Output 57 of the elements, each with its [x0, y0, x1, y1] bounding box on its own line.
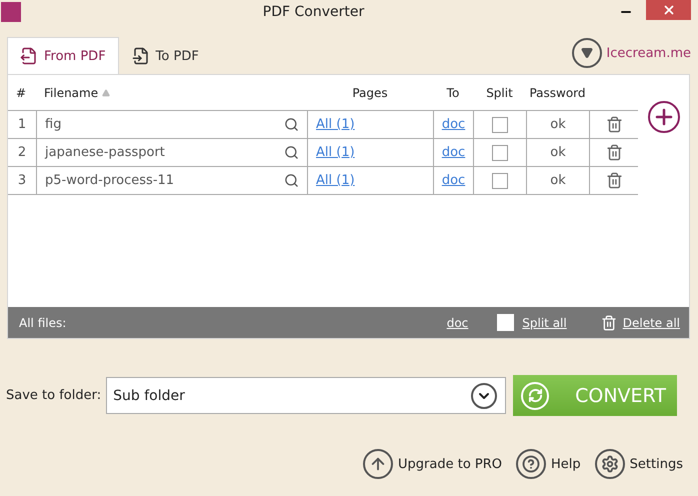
- trash-icon[interactable]: [606, 116, 622, 133]
- brand-link[interactable]: Icecream.me: [572, 38, 691, 68]
- search-icon[interactable]: [284, 145, 299, 160]
- pages-link[interactable]: All (1): [316, 145, 355, 160]
- trash-icon[interactable]: [606, 172, 622, 189]
- column-header[interactable]: Pages: [307, 86, 433, 100]
- search-icon[interactable]: [284, 173, 299, 188]
- close-button[interactable]: [646, 0, 691, 20]
- trash-icon[interactable]: [606, 144, 622, 161]
- split-checkbox[interactable]: [492, 116, 508, 132]
- refresh-icon: [521, 382, 550, 410]
- all-files-label: All files:: [19, 316, 66, 330]
- row-number: 3: [18, 173, 26, 188]
- footer-button[interactable]: Settings: [594, 449, 683, 479]
- format-link[interactable]: doc: [442, 145, 466, 160]
- password-status: ok: [550, 117, 566, 132]
- document-icon: [20, 47, 38, 65]
- arrow-up-icon: [363, 449, 394, 479]
- column-header[interactable]: Filename: [36, 86, 307, 100]
- password-status: ok: [550, 145, 566, 160]
- filename-cell: japanese-passport: [45, 145, 165, 160]
- tab[interactable]: To PDF: [118, 37, 212, 74]
- folder-dropdown[interactable]: Sub folder: [106, 377, 506, 414]
- footer-button[interactable]: Upgrade to PRO: [363, 449, 502, 479]
- app-icon: [1, 2, 21, 22]
- format-link[interactable]: doc: [442, 173, 466, 188]
- split-all-checkbox[interactable]: [497, 314, 514, 331]
- delete-all-link[interactable]: Delete all: [622, 316, 680, 330]
- row-number: 1: [18, 117, 26, 132]
- column-header[interactable]: Password: [526, 86, 589, 100]
- column-header[interactable]: Split: [473, 86, 526, 100]
- dropdown-icon: [471, 382, 498, 408]
- format-link[interactable]: doc: [446, 316, 468, 330]
- document-icon: [132, 47, 150, 65]
- pages-link[interactable]: All (1): [316, 173, 355, 188]
- password-status: ok: [550, 173, 566, 188]
- format-link[interactable]: doc: [442, 117, 466, 132]
- split-checkbox[interactable]: [492, 172, 508, 188]
- filename-cell: p5-word-process-11: [45, 173, 174, 188]
- split-checkbox[interactable]: [492, 144, 508, 160]
- trash-icon[interactable]: [600, 314, 617, 330]
- sort-icon: [102, 88, 110, 96]
- save-folder-label: Save to folder:: [6, 388, 102, 403]
- pages-link[interactable]: All (1): [316, 117, 355, 132]
- window-title: PDF Converter: [262, 4, 366, 20]
- settings-icon: [594, 449, 625, 479]
- row-number: 2: [18, 145, 26, 160]
- close-icon: [662, 3, 676, 17]
- split-all-link[interactable]: Split all: [522, 316, 567, 330]
- column-header[interactable]: #: [8, 86, 36, 100]
- search-icon[interactable]: [284, 117, 299, 132]
- help-icon: [516, 449, 546, 479]
- filename-cell: fig: [45, 117, 62, 132]
- footer-button[interactable]: Help: [516, 449, 581, 479]
- column-header[interactable]: To: [433, 86, 473, 100]
- tab[interactable]: From PDF: [7, 37, 119, 74]
- add-button[interactable]: [648, 101, 680, 133]
